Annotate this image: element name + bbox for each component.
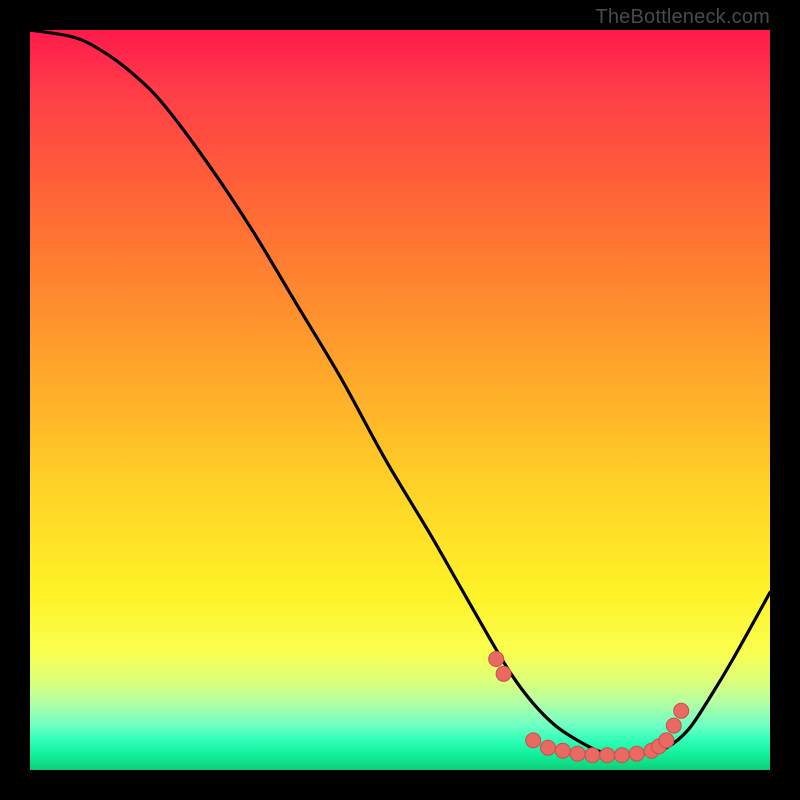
- chart-frame: TheBottleneck.com: [0, 0, 800, 800]
- marker-dot: [496, 666, 511, 681]
- marker-dot: [659, 733, 674, 748]
- marker-dot: [615, 748, 630, 763]
- marker-dot: [570, 746, 585, 761]
- marker-dot: [629, 746, 644, 761]
- marker-dot: [674, 703, 689, 718]
- marker-dot: [489, 652, 504, 667]
- plot-area: [30, 30, 770, 770]
- marker-dot: [585, 748, 600, 763]
- bottleneck-curve: [30, 30, 770, 755]
- marker-dot: [526, 733, 541, 748]
- marker-dot: [541, 740, 556, 755]
- marker-dot: [666, 718, 681, 733]
- marker-dot: [600, 748, 615, 763]
- chart-svg: [30, 30, 770, 770]
- marker-dot: [555, 743, 570, 758]
- attribution-text: TheBottleneck.com: [595, 6, 770, 29]
